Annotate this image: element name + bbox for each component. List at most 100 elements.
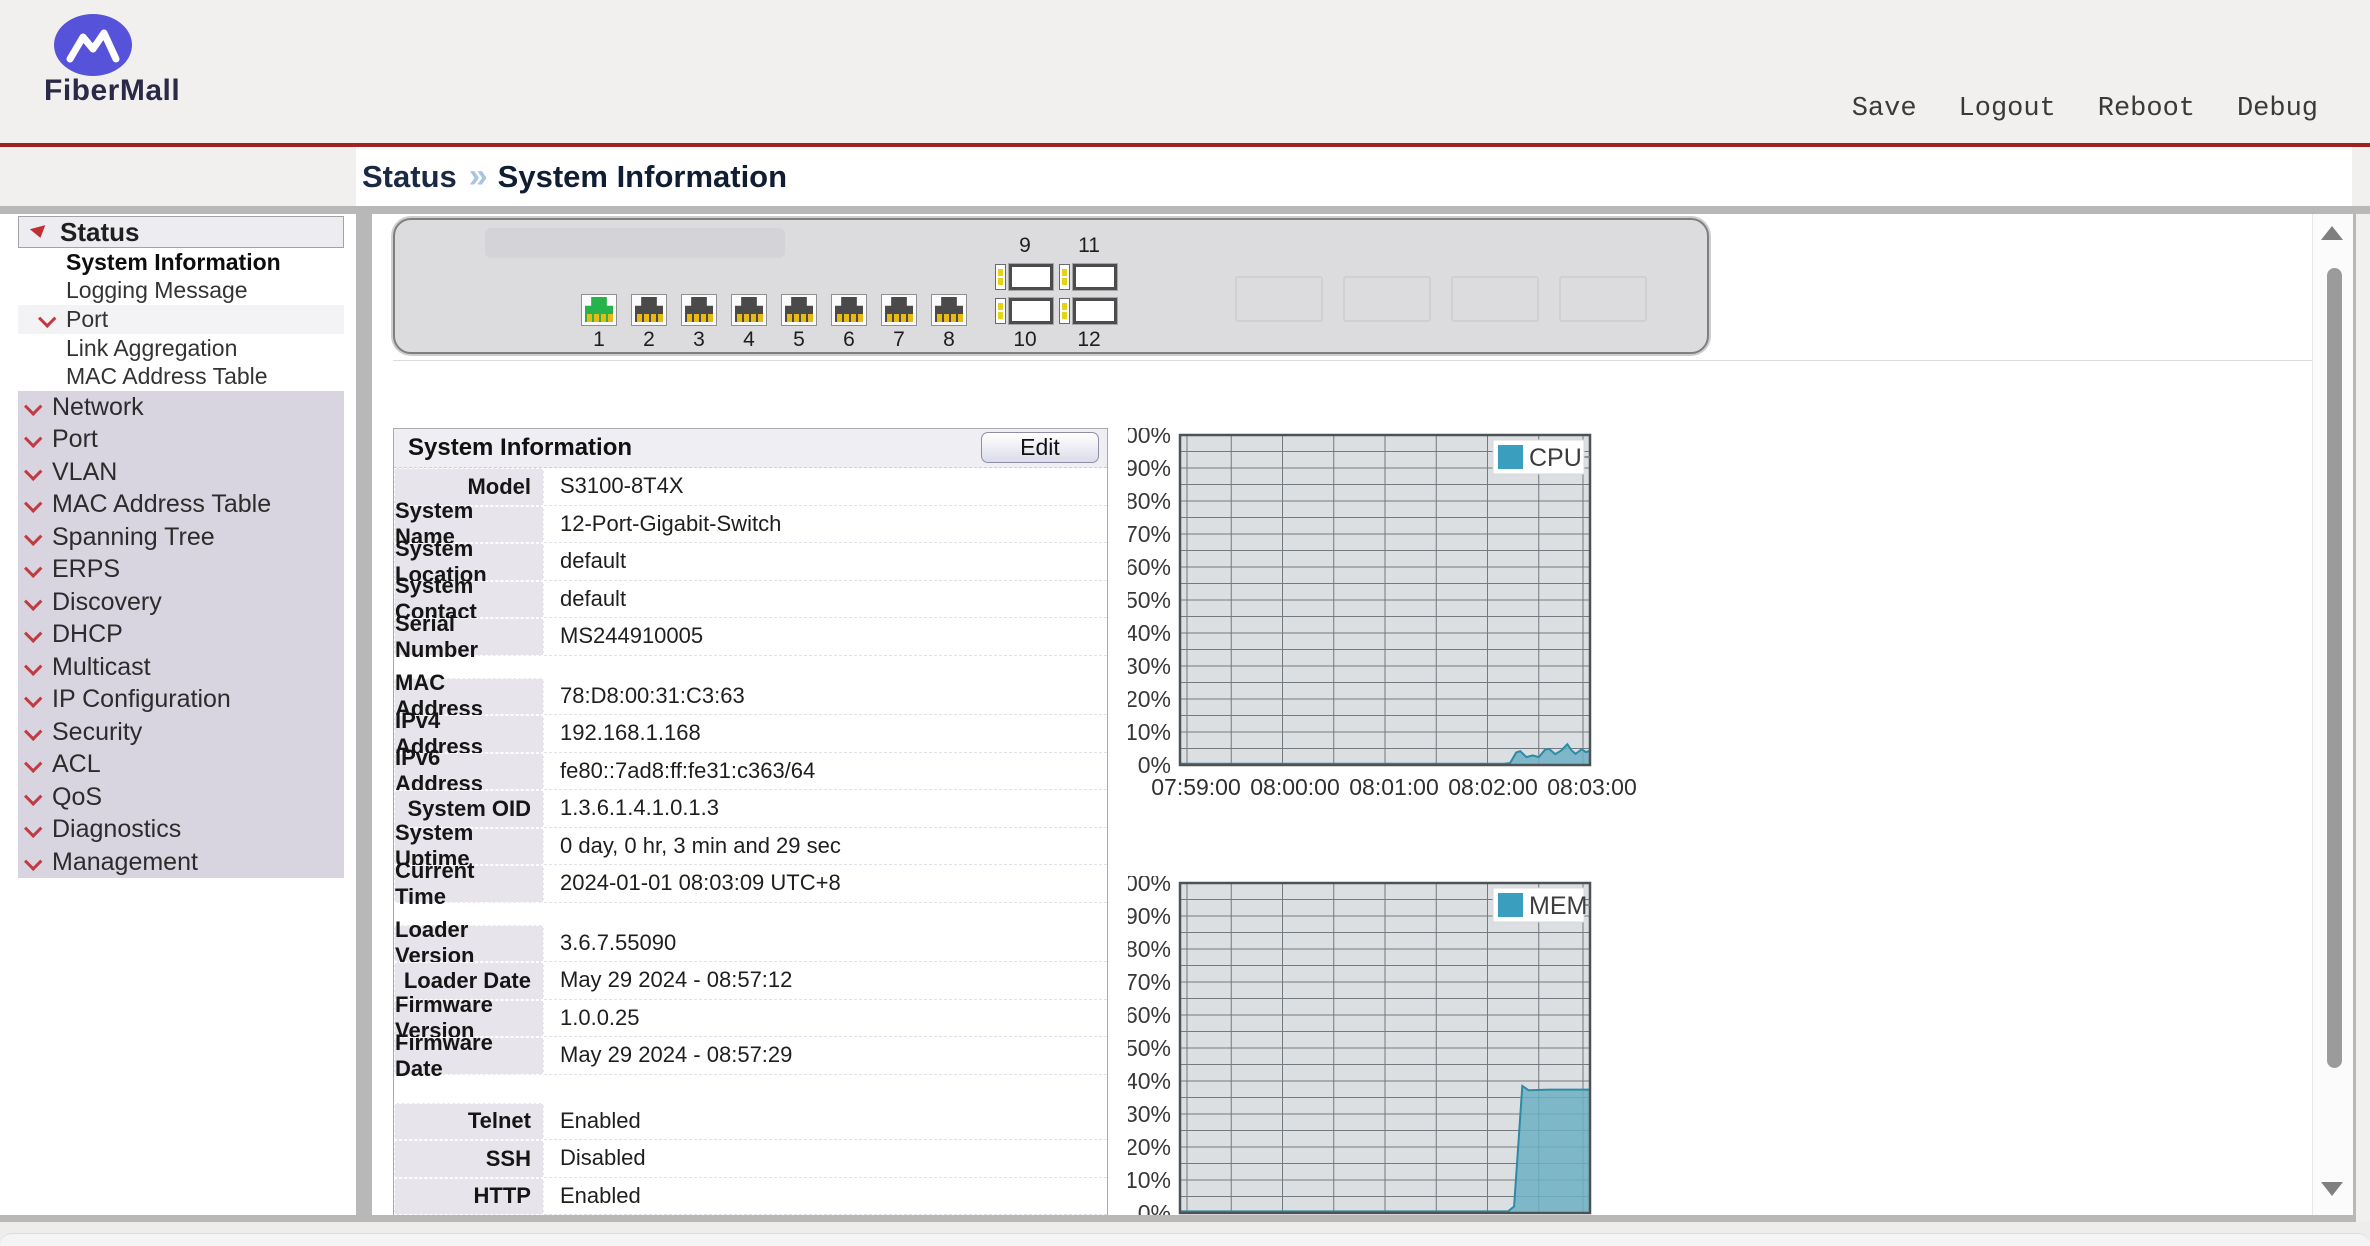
sidebar-group-multicast[interactable]: Multicast <box>18 651 344 684</box>
pin <box>651 314 656 322</box>
field-label: HTTP <box>394 1178 544 1216</box>
sidebar-group-label: ERPS <box>52 555 120 584</box>
sidebar-group-qos[interactable]: QoS <box>18 781 344 814</box>
svg-text:50%: 50% <box>1128 1035 1171 1061</box>
field-value: 0 day, 0 hr, 3 min and 29 sec <box>544 828 1107 866</box>
sidebar-group-security[interactable]: Security <box>18 716 344 749</box>
memory-usage-chart: 100%90%80%70%60%50%40%30%20%10%0%MEM <box>1128 876 1700 1215</box>
rj45-port-icon <box>731 294 767 326</box>
led-dot <box>998 269 1003 276</box>
chevron-down-icon <box>24 820 42 838</box>
port-pins <box>786 314 813 322</box>
sidebar-item-link-aggregation[interactable]: Link Aggregation <box>18 334 344 363</box>
header-link-reboot[interactable]: Reboot <box>2098 94 2195 124</box>
port-pins <box>736 314 763 322</box>
port-number: 5 <box>781 328 817 352</box>
chevron-down-icon <box>24 787 42 805</box>
port-4[interactable]: 4 <box>731 294 767 352</box>
sidebar-group-label: Status <box>60 217 139 248</box>
sidebar-group-erps[interactable]: ERPS <box>18 553 344 586</box>
port-8[interactable]: 8 <box>931 294 967 352</box>
pin <box>794 314 799 322</box>
sfp-port-number: 9 <box>1003 234 1047 258</box>
svg-text:50%: 50% <box>1128 587 1171 613</box>
sidebar-group-dhcp[interactable]: DHCP <box>18 618 344 651</box>
field-value: 192.168.1.168 <box>544 715 1107 753</box>
sidebar-group-label: Network <box>52 393 144 422</box>
port-number: 1 <box>581 328 617 352</box>
port-2[interactable]: 2 <box>631 294 667 352</box>
sfp-port-number: 10 <box>1003 328 1047 352</box>
led-dot <box>998 312 1003 319</box>
breadcrumb: Status » System Information <box>362 147 787 206</box>
sidebar-group-label: VLAN <box>52 458 117 487</box>
header-link-logout[interactable]: Logout <box>1959 94 2056 124</box>
chevron-down-icon <box>38 310 56 328</box>
port-7[interactable]: 7 <box>881 294 917 352</box>
sidebar-group-label: Management <box>52 848 198 877</box>
legend-label: MEM <box>1529 892 1587 920</box>
svg-text:10%: 10% <box>1128 719 1171 745</box>
cpu-usage-chart: 100%90%80%70%60%50%40%30%20%10%0%07:59:0… <box>1128 428 1700 833</box>
led-dot <box>1062 312 1067 319</box>
svg-text:100%: 100% <box>1128 876 1171 896</box>
led-dot <box>1062 278 1067 285</box>
sidebar-group-port[interactable]: Port <box>18 423 344 456</box>
sidebar-group-mac-address-table[interactable]: MAC Address Table <box>18 488 344 521</box>
sidebar-group-status[interactable]: Status <box>18 216 344 248</box>
panel-silkscreen-ghost <box>485 228 785 258</box>
sidebar-group-label: IP Configuration <box>52 685 231 714</box>
sidebar-groups: Network Port VLANMAC Address TableSpanning… <box>18 391 344 879</box>
port-3[interactable]: 3 <box>681 294 717 352</box>
field-value: 78:D8:00:31:C3:63 <box>544 678 1107 716</box>
rj45-port-icon <box>581 294 617 326</box>
scrollbar-thumb[interactable] <box>2327 268 2342 1068</box>
fibermall-logo-icon <box>52 12 134 78</box>
pin <box>844 314 849 322</box>
svg-text:08:03:00: 08:03:00 <box>1547 774 1637 800</box>
field-label: Current Time <box>394 865 544 903</box>
field-value: S3100-8T4X <box>544 468 1107 506</box>
sidebar-group-ip-configuration[interactable]: IP Configuration <box>18 683 344 716</box>
scrollbar-down-arrow-icon[interactable] <box>2321 1182 2343 1196</box>
sidebar-item-mac-address-table[interactable]: MAC Address Table <box>18 362 344 391</box>
pin <box>601 314 606 322</box>
info-group: MAC Address78:D8:00:31:C3:63IPv4 Address… <box>394 678 1107 903</box>
table-row-telnet: TelnetEnabled <box>394 1103 1107 1141</box>
sfp-port-11[interactable] <box>1073 264 1117 290</box>
field-value: default <box>544 581 1107 619</box>
sfp-port-10[interactable] <box>1009 298 1053 324</box>
scrollbar-up-arrow-icon[interactable] <box>2321 226 2343 240</box>
sidebar-item-port[interactable]: Port <box>18 305 344 334</box>
sfp-port-9[interactable] <box>1009 264 1053 290</box>
sidebar-item-system-information[interactable]: System Information <box>18 248 344 277</box>
table-row-current-time: Current Time2024-01-01 08:03:09 UTC+8 <box>394 865 1107 903</box>
led-dot <box>998 303 1003 310</box>
svg-text:70%: 70% <box>1128 969 1171 995</box>
field-label: Firmware Date <box>394 1037 544 1075</box>
sidebar-group-discovery[interactable]: Discovery <box>18 586 344 619</box>
field-label: IPv6 Address <box>394 753 544 791</box>
port-5[interactable]: 5 <box>781 294 817 352</box>
svg-text:30%: 30% <box>1128 1101 1171 1127</box>
port-6[interactable]: 6 <box>831 294 867 352</box>
port-1[interactable]: 1 <box>581 294 617 352</box>
sidebar-group-management[interactable]: Management <box>18 846 344 879</box>
sidebar-group-acl[interactable]: ACL <box>18 748 344 781</box>
sidebar-status-subitems: System InformationLogging MessagePortLin… <box>18 248 344 391</box>
sidebar-group-label: Port <box>52 425 98 454</box>
edit-button[interactable]: Edit <box>981 432 1099 463</box>
rj45-port-icon <box>831 294 867 326</box>
sidebar-item-logging-message[interactable]: Logging Message <box>18 277 344 306</box>
sidebar-group-diagnostics[interactable]: Diagnostics <box>18 813 344 846</box>
legend-label: CPU <box>1529 444 1582 472</box>
sidebar-group-vlan[interactable]: VLAN <box>18 456 344 489</box>
header-link-debug[interactable]: Debug <box>2237 94 2318 124</box>
sidebar-group-spanning-tree[interactable]: Spanning Tree <box>18 521 344 554</box>
field-value: 2024-01-01 08:03:09 UTC+8 <box>544 865 1107 903</box>
sidebar-group-network[interactable]: Network <box>18 391 344 424</box>
field-label: Telnet <box>394 1103 544 1141</box>
header-link-save[interactable]: Save <box>1852 94 1917 124</box>
sfp-port-12[interactable] <box>1073 298 1117 324</box>
port-pins <box>836 314 863 322</box>
